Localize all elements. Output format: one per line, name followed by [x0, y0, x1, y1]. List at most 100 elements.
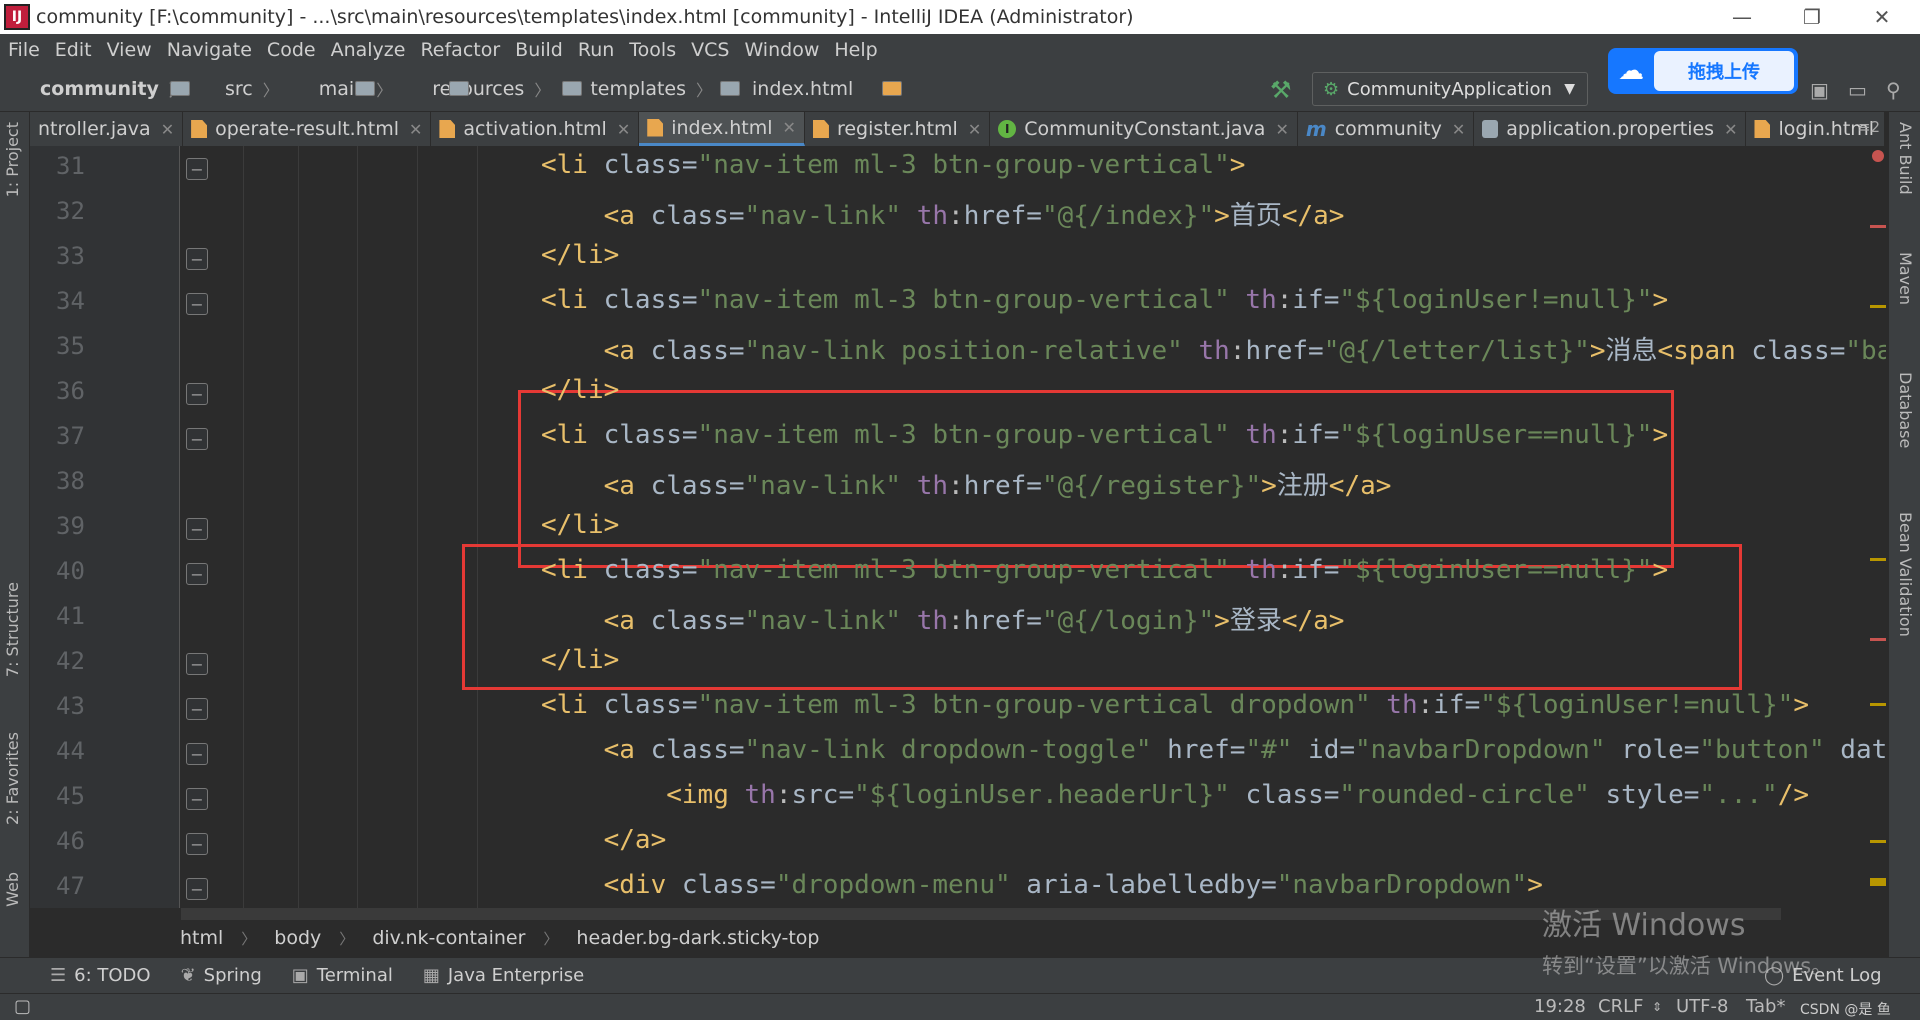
code-line[interactable]: </li> — [541, 510, 619, 540]
nav-crumb-file[interactable]: index.html — [726, 78, 903, 100]
terminal-icon: ▣ — [291, 965, 309, 986]
html-file-icon — [882, 81, 903, 96]
line-separator[interactable]: CRLF — [1598, 996, 1643, 1017]
favorites-tool-button[interactable]: 2: Favorites — [3, 732, 22, 825]
horizontal-scrollbar[interactable] — [181, 908, 1781, 920]
close-tab-icon[interactable]: ✕ — [1275, 120, 1288, 139]
line-gutter: 31−32 33−34−35 36−37−38 39−40−41 42−43−44−45… — [30, 146, 208, 908]
menu-vcs[interactable]: VCS — [691, 39, 729, 61]
tab-label: activation.html — [463, 118, 607, 140]
code-line[interactable]: <a class="nav-link" th:href="@{/login}">… — [541, 600, 1345, 637]
project-tool-button[interactable]: 1: Project — [3, 122, 22, 197]
close-button[interactable]: ✕ — [1852, 0, 1912, 34]
error-indicator-icon[interactable] — [1872, 150, 1884, 162]
indent-setting[interactable]: Tab* — [1746, 996, 1785, 1017]
close-tab-icon[interactable]: ✕ — [617, 120, 630, 139]
indent-guide — [417, 146, 418, 908]
breadcrumb-html[interactable]: html — [180, 927, 223, 949]
code-line[interactable]: <a class="nav-link" th:href="@{/register… — [541, 465, 1392, 502]
close-tab-icon[interactable]: ✕ — [968, 120, 981, 139]
menu-edit[interactable]: Edit — [55, 39, 92, 61]
spring-tool-button[interactable]: ❦ Spring — [181, 965, 262, 986]
web-tool-button[interactable]: Web — [3, 872, 22, 907]
ant-build-tool-button[interactable]: Ant Build — [1896, 122, 1915, 195]
caret-position[interactable]: 19:28 — [1534, 996, 1586, 1017]
breadcrumb-div[interactable]: div.nk-container — [372, 927, 525, 949]
tab-operate-result-html[interactable]: operate-result.html ✕ — [183, 112, 432, 146]
breadcrumb-header[interactable]: header.bg-dark.sticky-top — [576, 927, 819, 949]
tab-controller-java[interactable]: ntroller.java ✕ — [30, 112, 184, 146]
structure-tool-button[interactable]: 7: Structure — [3, 582, 22, 677]
build-hammer-icon[interactable]: ⚒ — [1270, 76, 1292, 104]
close-tab-icon[interactable]: ✕ — [409, 120, 422, 139]
code-line[interactable]: <a class="nav-link position-relative" th… — [541, 330, 1886, 367]
toggle-tool-windows-icon[interactable]: ▢ — [14, 996, 31, 1017]
nav-crumb-project[interactable]: community 〉 — [14, 77, 190, 101]
bean-validation-tool-button[interactable]: Bean Validation — [1896, 512, 1915, 637]
menu-navigate[interactable]: Navigate — [167, 39, 252, 61]
nav-crumb-resources[interactable]: resources 〉 — [406, 77, 583, 101]
tab-activation-html[interactable]: activation.html ✕ — [431, 112, 640, 146]
search-everywhere-icon[interactable]: ⚲ — [1886, 78, 1901, 102]
code-line[interactable]: <a class="nav-link" th:href="@{/index}">… — [541, 195, 1345, 232]
database-tool-button[interactable]: Database — [1896, 372, 1915, 448]
project-structure-icon[interactable]: ▣ — [1810, 78, 1829, 102]
code-line[interactable]: <li class="nav-item ml-3 btn-group-verti… — [541, 420, 1668, 450]
menu-view[interactable]: View — [107, 39, 152, 61]
menu-help[interactable]: Help — [834, 39, 877, 61]
file-encoding[interactable]: UTF-8 — [1676, 996, 1728, 1017]
code-line[interactable]: </li> — [541, 240, 619, 270]
breadcrumb-body[interactable]: body — [274, 927, 321, 949]
menu-tools[interactable]: Tools — [629, 39, 676, 61]
code-line[interactable]: <li class="nav-item ml-3 btn-group-verti… — [541, 690, 1809, 720]
tab-overflow-button[interactable]: ≡2 — [1858, 118, 1880, 136]
restore-button[interactable]: ❐ — [1782, 0, 1842, 34]
tab-community-constant-java[interactable]: I CommunityConstant.java ✕ — [990, 112, 1298, 146]
scroll-marker — [1870, 703, 1886, 706]
close-tab-icon[interactable]: ✕ — [783, 118, 796, 137]
nav-crumb-main[interactable]: main 〉 — [293, 77, 469, 101]
presentation-icon[interactable]: ▭ — [1848, 78, 1867, 102]
tab-register-html[interactable]: register.html ✕ — [805, 112, 991, 146]
code-line[interactable]: <img th:src="${loginUser.headerUrl}" cla… — [541, 780, 1809, 810]
terminal-tool-button[interactable]: ▣ Terminal — [292, 965, 393, 986]
menu-analyze[interactable]: Analyze — [331, 39, 406, 61]
module-folder-icon — [170, 81, 190, 96]
nav-crumb-src[interactable]: src 〉 — [199, 77, 375, 101]
menu-code[interactable]: Code — [267, 39, 316, 61]
code-editor[interactable]: <li class="nav-item ml-3 btn-group-verti… — [181, 146, 1886, 908]
line-number: 42 — [56, 647, 85, 675]
maven-tool-button[interactable]: Maven — [1896, 252, 1915, 305]
menu-run[interactable]: Run — [578, 39, 614, 61]
upload-widget[interactable]: ☁ 拖拽上传 — [1608, 48, 1798, 94]
close-tab-icon[interactable]: ✕ — [1452, 120, 1465, 139]
code-line[interactable]: <li class="nav-item ml-3 btn-group-verti… — [541, 285, 1668, 315]
cloud-icon: ☁ — [1618, 56, 1644, 86]
upload-label: 拖拽上传 — [1654, 51, 1794, 91]
tool-label: Java Enterprise — [447, 965, 585, 986]
code-line[interactable]: <li class="nav-item ml-3 btn-group-verti… — [541, 555, 1668, 585]
code-line[interactable]: <li class="nav-item ml-3 btn-group-verti… — [541, 150, 1245, 180]
ide-window: IJ community [F:\community] - ...\src\ma… — [0, 0, 1920, 1020]
close-tab-icon[interactable]: ✕ — [161, 120, 174, 139]
code-line[interactable]: <div class="dropdown-menu" aria-labelled… — [541, 870, 1543, 900]
java-enterprise-tool-button[interactable]: ▦ Java Enterprise — [423, 965, 584, 986]
menu-build[interactable]: Build — [515, 39, 563, 61]
code-line[interactable]: </li> — [541, 645, 619, 675]
menu-refactor[interactable]: Refactor — [420, 39, 500, 61]
todo-tool-button[interactable]: ☰ 6: TODO — [50, 965, 151, 986]
close-tab-icon[interactable]: ✕ — [1724, 120, 1737, 139]
minimize-button[interactable]: — — [1712, 0, 1772, 34]
run-configuration-select[interactable]: ⚙ CommunityApplication ▼ — [1312, 72, 1588, 106]
line-number: 38 — [56, 467, 85, 495]
code-line[interactable]: </li> — [541, 375, 619, 405]
tab-application-properties[interactable]: application.properties ✕ — [1474, 112, 1747, 146]
code-line[interactable]: <a class="nav-link dropdown-toggle" href… — [541, 735, 1886, 765]
code-line[interactable]: </a> — [541, 825, 667, 855]
nav-crumb-templates[interactable]: templates 〉 — [564, 77, 741, 101]
tab-community-pom[interactable]: m community ✕ — [1298, 112, 1475, 146]
menu-file[interactable]: File — [8, 39, 40, 61]
menu-window[interactable]: Window — [744, 39, 819, 61]
tab-index-html[interactable]: index.html ✕ — [639, 112, 805, 146]
scroll-marker — [1870, 225, 1886, 228]
